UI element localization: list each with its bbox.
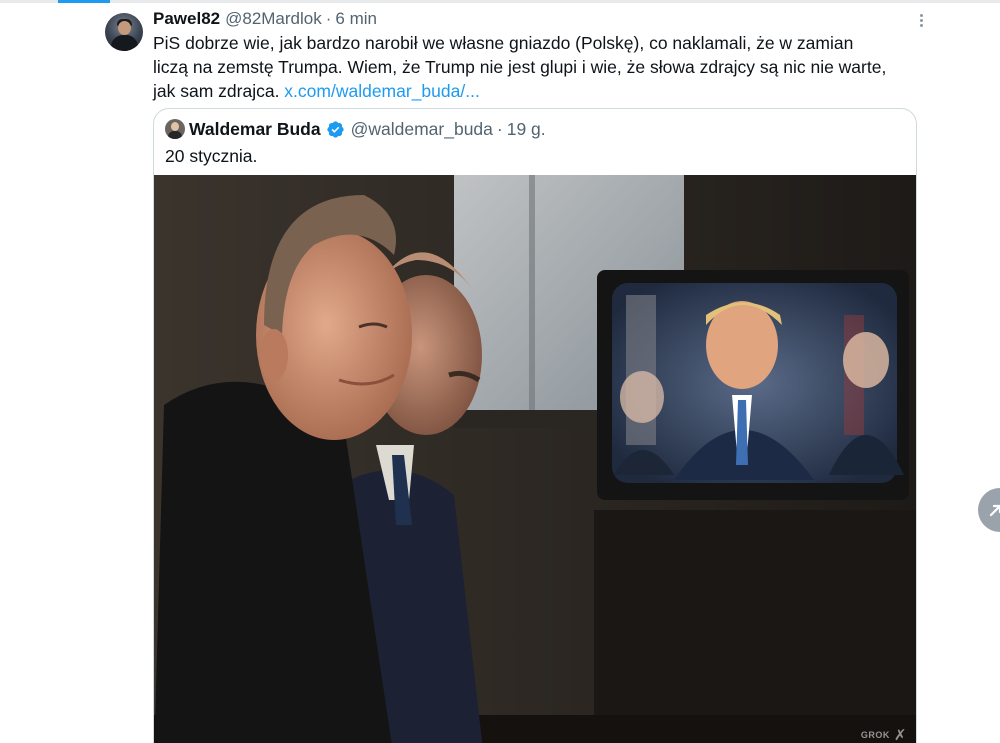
- tweet-link[interactable]: x.com/waldemar_buda/...: [284, 81, 480, 101]
- quoted-author-handle[interactable]: @waldemar_buda: [351, 119, 493, 140]
- quoted-header-separator: ·: [496, 118, 503, 139]
- tweet-header: Pawel82 @82Mardlok · 6 min: [153, 8, 377, 30]
- photo-illustration: [154, 175, 916, 743]
- tweet-text: PiS dobrze wie, jak bardzo narobił we wł…: [153, 31, 923, 103]
- grok-watermark-text: GROK: [860, 730, 890, 740]
- tweet-timestamp[interactable]: 6 min: [335, 9, 377, 29]
- quoted-author-avatar[interactable]: [165, 119, 185, 139]
- top-divider: [0, 0, 1000, 3]
- verified-badge-icon: [326, 120, 344, 138]
- header-separator: ·: [325, 9, 332, 28]
- tweet-text-fragment: jak sam zdrajca.: [153, 81, 285, 101]
- top-tab-indicator: [58, 0, 110, 3]
- quoted-tweet-image[interactable]: [154, 175, 916, 743]
- quoted-tweet-card[interactable]: Waldemar Buda @waldemar_buda · 19 g. 20 …: [153, 108, 917, 743]
- image-watermark: GROK ✗: [861, 726, 907, 743]
- quoted-tweet-header: Waldemar Buda @waldemar_buda · 19 g.: [189, 117, 546, 141]
- author-avatar[interactable]: [105, 13, 143, 51]
- author-handle[interactable]: @82Mardlok: [225, 9, 322, 29]
- arrow-up-icon: [989, 504, 1000, 517]
- tweet-text-line: liczą na zemstę Trumpa. Wiem, że Trump n…: [153, 57, 887, 77]
- tweet-text-line: PiS dobrze wie, jak bardzo narobił we wł…: [153, 33, 854, 53]
- more-dots-icon[interactable]: [912, 10, 930, 30]
- quoted-author-name[interactable]: Waldemar Buda: [189, 119, 321, 140]
- timeline-page: Pawel82 @82Mardlok · 6 min PiS dobrze wi…: [0, 0, 1000, 743]
- quoted-tweet-timestamp[interactable]: 19 g.: [507, 119, 546, 140]
- scroll-up-button[interactable]: [978, 488, 1000, 532]
- quoted-tweet-text: 20 stycznia.: [165, 146, 258, 166]
- author-display-name[interactable]: Pawel82: [153, 9, 220, 29]
- grok-logo-icon: ✗: [893, 727, 907, 743]
- tweet-text-line: jak sam zdrajca. x.com/waldemar_buda/...: [153, 79, 923, 103]
